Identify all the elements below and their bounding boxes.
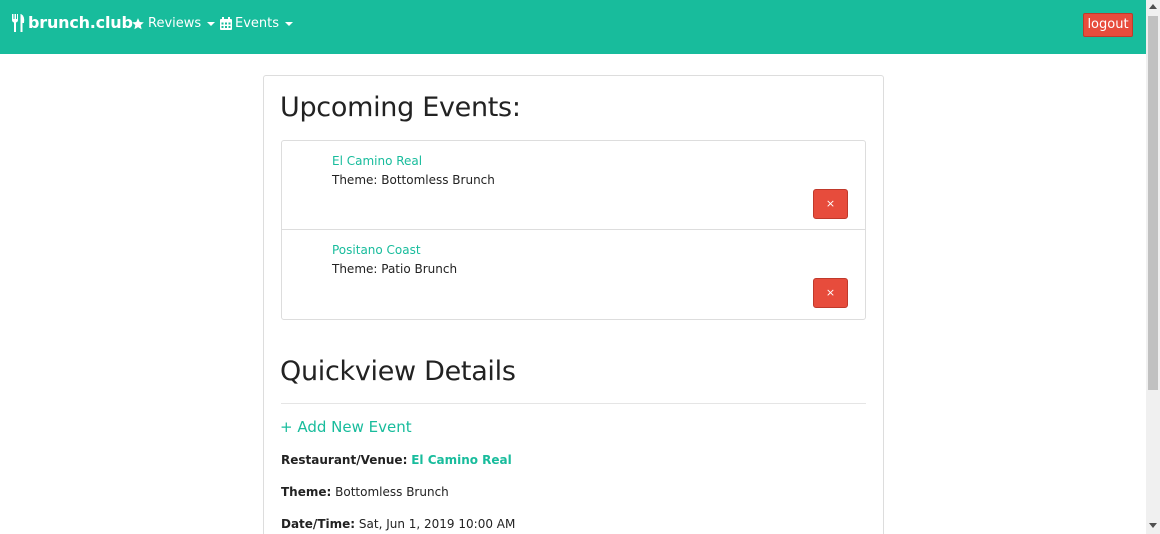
logout-button[interactable]: logout [1083,13,1133,37]
utensils-icon [12,13,25,32]
nav-events-dropdown[interactable]: Events [220,16,294,31]
theme-label: Theme: [281,485,332,499]
quickview-heading: Quickview Details [280,356,516,387]
scrollbar-thumb[interactable] [1148,16,1158,390]
datetime-label: Date/Time: [281,517,356,531]
event-theme: Theme: Bottomless Brunch [332,173,495,187]
add-new-event-link[interactable]: + Add New Event [280,418,412,436]
event-name-link[interactable]: Positano Coast [332,243,421,257]
detail-theme: Theme: Bottomless Brunch [281,485,449,499]
upcoming-events-heading: Upcoming Events: [280,92,521,123]
detail-datetime: Date/Time: Sat, Jun 1, 2019 10:00 AM [281,517,515,531]
upcoming-events-list: El Camino Real Theme: Bottomless Brunch … [281,140,866,320]
venue-link[interactable]: El Camino Real [411,453,512,467]
delete-event-button[interactable]: × [813,278,848,308]
brand-link[interactable]: brunch.club [11,13,133,32]
list-item: El Camino Real Theme: Bottomless Brunch … [282,141,865,230]
scroll-down-icon[interactable] [1149,523,1157,528]
theme-value: Bottomless Brunch [335,485,449,499]
nav-reviews-dropdown[interactable]: Reviews [131,16,216,31]
top-navbar: brunch.club Reviews Events logout [0,0,1146,54]
detail-venue: Restaurant/Venue: El Camino Real [281,453,512,467]
brand-text: brunch.club [28,13,133,32]
chevron-down-icon [207,22,216,26]
divider [281,403,866,404]
event-theme: Theme: Patio Brunch [332,262,458,276]
venue-label: Restaurant/Venue: [281,453,408,467]
vertical-scrollbar[interactable] [1146,0,1160,534]
nav-reviews-label: Reviews [148,16,202,31]
nav-events-label: Events [235,16,280,31]
event-name-link[interactable]: El Camino Real [332,154,422,168]
scroll-up-icon[interactable] [1149,4,1157,9]
list-item: Positano Coast Theme: Patio Brunch × [282,230,865,319]
delete-event-button[interactable]: × [813,189,848,219]
datetime-value: Sat, Jun 1, 2019 10:00 AM [358,517,516,531]
calendar-icon [220,17,232,30]
star-icon [132,17,144,29]
chevron-down-icon [285,22,294,26]
